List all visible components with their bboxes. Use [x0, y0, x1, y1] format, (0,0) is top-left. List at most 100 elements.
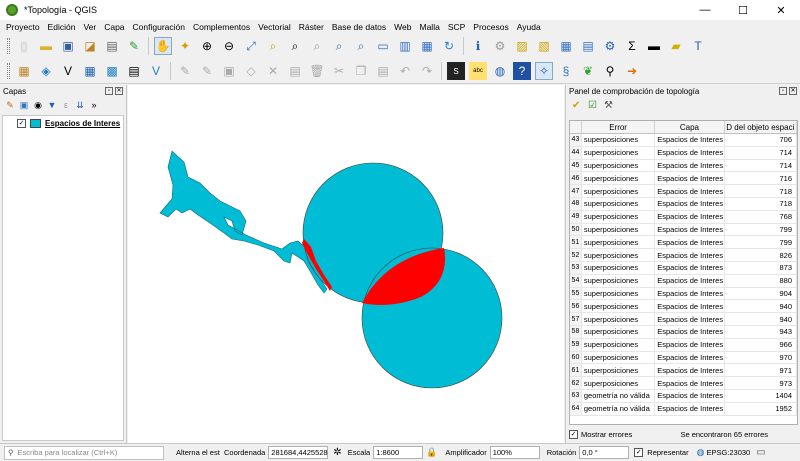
add-raster-layer-icon[interactable]: ▦ — [81, 62, 99, 80]
label-tool-icon[interactable]: abc — [469, 62, 487, 80]
filter-legend-icon[interactable]: ▼ — [45, 100, 59, 110]
python-console-icon[interactable]: § — [557, 62, 575, 80]
table-row[interactable]: 56 superposiciones Espacios de Interes 940 — [570, 300, 797, 314]
current-edits-icon[interactable]: ✎ — [176, 62, 194, 80]
zoom-out-icon[interactable]: ⊖ — [220, 37, 238, 55]
rotation-field[interactable]: 0,0 ° — [579, 446, 630, 459]
table-row[interactable]: 53 superposiciones Espacios de Interes 873 — [570, 261, 797, 275]
close-button[interactable]: ✕ — [762, 0, 800, 20]
zoom-native-icon[interactable]: ⌕ — [308, 37, 326, 55]
refresh-icon[interactable]: ↻ — [440, 37, 458, 55]
filter-expression-icon[interactable]: ε — [59, 100, 73, 110]
scale-field[interactable]: 1:8600 — [373, 446, 424, 459]
zoom-to-layer-icon[interactable]: ⌕ — [286, 37, 304, 55]
actions-icon[interactable]: ⚙ — [491, 37, 509, 55]
table-row[interactable]: 44 superposiciones Espacios de Interes 714 — [570, 146, 797, 160]
close-panel-icon[interactable]: ✕ — [115, 87, 123, 95]
topology-checker-icon[interactable]: ✧ — [535, 62, 553, 80]
coordinate-field[interactable]: 281684,4425528 — [268, 446, 329, 459]
table-row[interactable]: 48 superposiciones Espacios de Interes 718 — [570, 197, 797, 211]
plugin-pin-icon[interactable]: ⚲ — [601, 62, 619, 80]
column-layer[interactable]: Capa — [655, 121, 725, 133]
column-feature-id[interactable]: D del objeto espaci — [725, 121, 797, 133]
magnifier-field[interactable]: 100% — [489, 446, 540, 459]
crs-label[interactable]: EPSG:23030 — [706, 448, 750, 457]
validate-extent-icon[interactable]: ☑ — [588, 100, 604, 111]
menu-scp[interactable]: SCP — [448, 22, 465, 32]
delete-selected-icon[interactable]: 🗑 — [308, 62, 326, 80]
add-mesh-layer-icon[interactable]: ▩ — [103, 62, 121, 80]
toolbar-grip[interactable] — [7, 38, 10, 54]
cut-features-icon[interactable]: ✂ — [330, 62, 348, 80]
table-row[interactable]: 61 superposiciones Espacios de Interes 971 — [570, 364, 797, 378]
map-tips-icon[interactable]: ▰ — [667, 37, 685, 55]
add-group-icon[interactable]: ▣ — [17, 100, 31, 111]
georeferencer-icon[interactable]: ◍ — [491, 62, 509, 80]
style-manager-icon[interactable]: ✎ — [125, 37, 143, 55]
table-row[interactable]: 57 superposiciones Espacios de Interes 940 — [570, 313, 797, 326]
new-print-layout-icon[interactable]: ◪ — [81, 37, 99, 55]
spatial-bookmark-icon[interactable]: ▦ — [418, 37, 436, 55]
toggle-editing-icon[interactable]: ✎ — [198, 62, 216, 80]
paste-features-icon[interactable]: ▤ — [374, 62, 392, 80]
save-project-icon[interactable]: ▣ — [59, 37, 77, 55]
table-row[interactable]: 49 superposiciones Espacios de Interes 768 — [570, 210, 797, 224]
plugin-arrow-icon[interactable]: ➜ — [623, 62, 641, 80]
add-feature-icon[interactable]: ◇ — [242, 62, 260, 80]
table-row[interactable]: 46 superposiciones Espacios de Interes 716 — [570, 172, 797, 186]
lock-scale-icon[interactable]: 🔒 — [426, 447, 437, 458]
copy-features-icon[interactable]: ❐ — [352, 62, 370, 80]
menu-vectorial[interactable]: Vectorial — [258, 22, 291, 32]
float-panel-icon[interactable]: ▫ — [779, 87, 787, 95]
toggle-extents-icon[interactable]: ✲ — [333, 447, 341, 458]
select-features-icon[interactable]: ▨ — [513, 37, 531, 55]
show-errors-checkbox[interactable]: ✓ — [569, 429, 578, 439]
new-project-icon[interactable]: ▯ — [15, 37, 33, 55]
vertex-tool-icon[interactable]: ✕ — [264, 62, 282, 80]
maximize-button[interactable]: ☐ — [724, 0, 762, 20]
menu-configuracion[interactable]: Configuración — [133, 22, 185, 32]
layer-visibility-checkbox[interactable]: ✓ — [17, 118, 26, 128]
processing-toolbox-icon[interactable]: ⚙ — [601, 37, 619, 55]
menu-complementos[interactable]: Complementos — [193, 22, 250, 32]
undo-icon[interactable]: ↶ — [396, 62, 414, 80]
table-row[interactable]: 55 superposiciones Espacios de Interes 904 — [570, 287, 797, 301]
table-row[interactable]: 58 superposiciones Espacios de Interes 943 — [570, 325, 797, 339]
table-row[interactable]: 43 superposiciones Espacios de Interes 706 — [570, 134, 797, 147]
field-calculator-icon[interactable]: ▤ — [579, 37, 597, 55]
table-row[interactable]: 63 geometría no válida Espacios de Interes… — [570, 389, 797, 403]
table-row[interactable]: 52 superposiciones Espacios de Interes 826 — [570, 249, 797, 262]
redo-icon[interactable]: ↷ — [418, 62, 436, 80]
layer-item[interactable]: ✓ Espacios de Interes — [3, 116, 123, 130]
add-vector-layer-icon[interactable]: V — [59, 62, 77, 80]
add-virtual-layer-icon[interactable]: V — [147, 62, 165, 80]
deselect-features-icon[interactable]: ▧ — [535, 37, 553, 55]
zoom-last-icon[interactable]: ⌕ — [330, 37, 348, 55]
overflow-icon[interactable]: » — [87, 100, 101, 110]
text-annotation-icon[interactable]: T — [689, 37, 707, 55]
table-row[interactable]: 54 superposiciones Espacios de Interes 880 — [570, 274, 797, 288]
column-error[interactable]: Error — [582, 121, 656, 133]
layout-manager-icon[interactable]: ▤ — [103, 37, 121, 55]
menu-ver[interactable]: Ver — [83, 22, 96, 32]
zoom-to-selection-icon[interactable]: ⌕ — [264, 37, 282, 55]
menu-web[interactable]: Web — [394, 22, 411, 32]
plugin-leaf-icon[interactable]: ❦ — [579, 62, 597, 80]
expand-all-icon[interactable]: ⇊ — [73, 100, 87, 111]
render-checkbox[interactable]: ✓ — [634, 448, 644, 457]
table-row[interactable]: 62 superposiciones Espacios de Interes 973 — [570, 377, 797, 390]
locator-input[interactable]: ⚲ Escriba para localizar (Ctrl+K) — [4, 445, 164, 460]
menu-proyecto[interactable]: Proyecto — [6, 22, 40, 32]
statistical-summary-icon[interactable]: Σ — [623, 37, 641, 55]
new-layer-icon[interactable]: ◈ — [37, 62, 55, 80]
table-row[interactable]: 51 superposiciones Espacios de Interes 799 — [570, 236, 797, 250]
close-panel-icon[interactable]: ✕ — [789, 87, 797, 95]
configure-rules-icon[interactable]: ⚒ — [604, 100, 620, 111]
zoom-in-icon[interactable]: ⊕ — [198, 37, 216, 55]
open-project-icon[interactable]: ▬ — [37, 37, 55, 55]
table-row[interactable]: 50 superposiciones Espacios de Interes 799 — [570, 223, 797, 237]
crs-globe-icon[interactable]: ◍ — [697, 447, 705, 458]
pan-map-icon[interactable]: ✋ — [154, 37, 172, 55]
table-row[interactable]: 59 superposiciones Espacios de Interes 966 — [570, 338, 797, 352]
zoom-next-icon[interactable]: ⌕ — [352, 37, 370, 55]
